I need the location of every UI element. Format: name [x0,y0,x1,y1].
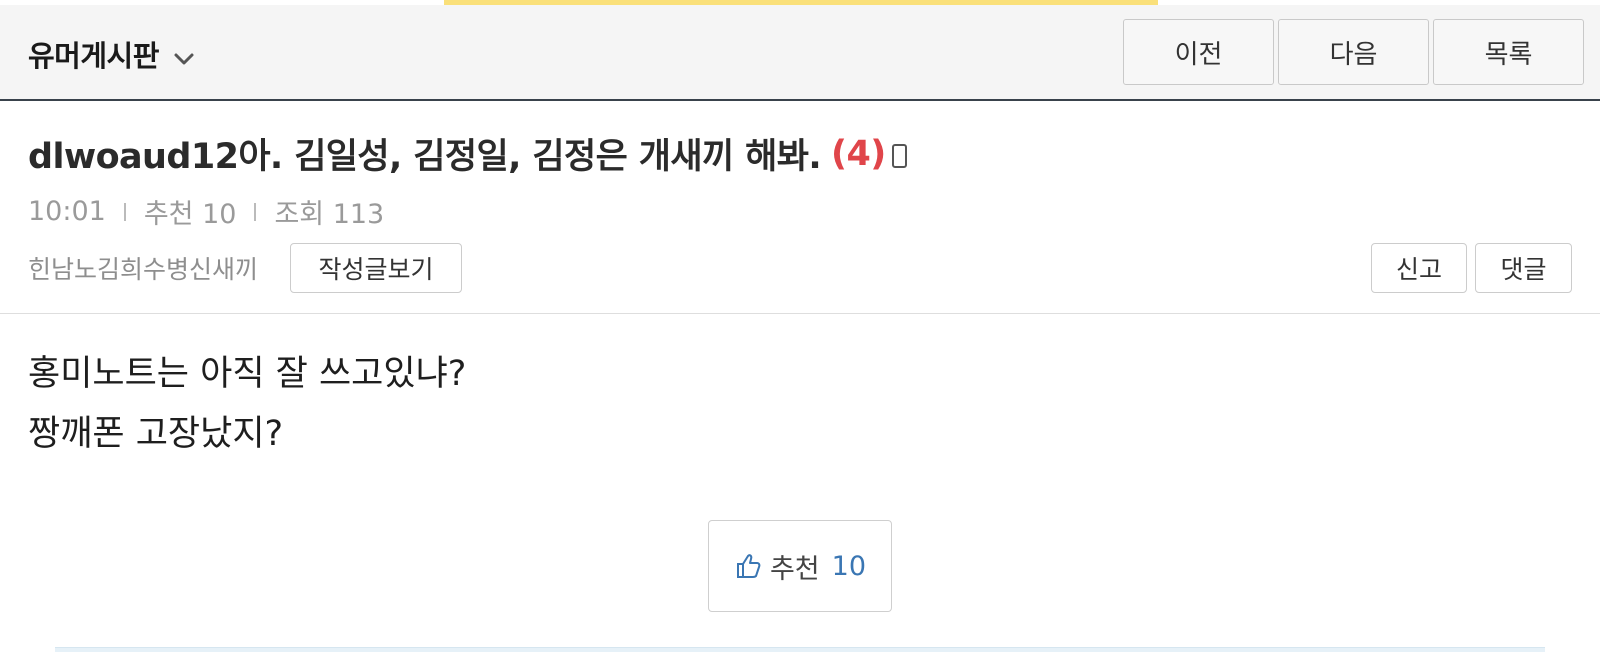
post-recommend-count: 추천 10 [143,199,237,230]
list-button[interactable]: 목록 [1433,19,1584,85]
post-body-line: 홍미노트는 아직 잘 쓰고있냐? [28,354,467,394]
comment-area-edge [55,647,1545,652]
mobile-phone-icon [891,143,907,168]
post-body-line: 짱깨폰 고장났지? [28,414,284,454]
post-author[interactable]: 힌남노김희수병신새끼 [28,250,258,286]
prev-button[interactable]: 이전 [1123,19,1274,85]
board-title: 유머게시판 [28,39,159,73]
next-button[interactable]: 다음 [1278,19,1429,85]
post-title-text: dlwoaud12아. 김일성, 김정일, 김정은 개새끼 해봐. [28,137,822,177]
recommend-label: 추천 [769,553,820,585]
meta-separator [254,202,257,221]
post-time: 10:01 [28,196,106,227]
comment-count[interactable]: (4) [831,134,886,174]
post-title: dlwoaud12아. 김일성, 김정일, 김정은 개새끼 해봐. (4) [28,128,907,179]
divider [0,313,1600,314]
post-view-count: 조회 113 [274,199,385,230]
recommend-number: 10 [831,550,867,582]
thumbs-up-icon [734,551,764,581]
chevron-down-icon [173,43,195,65]
view-posts-button[interactable]: 작성글보기 [290,243,462,293]
post-body: 홍미노트는 아직 잘 쓰고있냐? 짱깨폰 고장났지? [28,344,466,464]
board-selector[interactable]: 유머게시판 [28,33,195,75]
comment-button[interactable]: 댓글 [1475,243,1572,293]
board-header: 유머게시판 이전 다음 목록 [0,5,1600,101]
report-button[interactable]: 신고 [1371,243,1467,293]
meta-separator [123,202,126,221]
recommend-button[interactable]: 추천 10 [708,520,892,612]
post-meta: 10:01 추천 10 조회 113 [28,192,384,231]
